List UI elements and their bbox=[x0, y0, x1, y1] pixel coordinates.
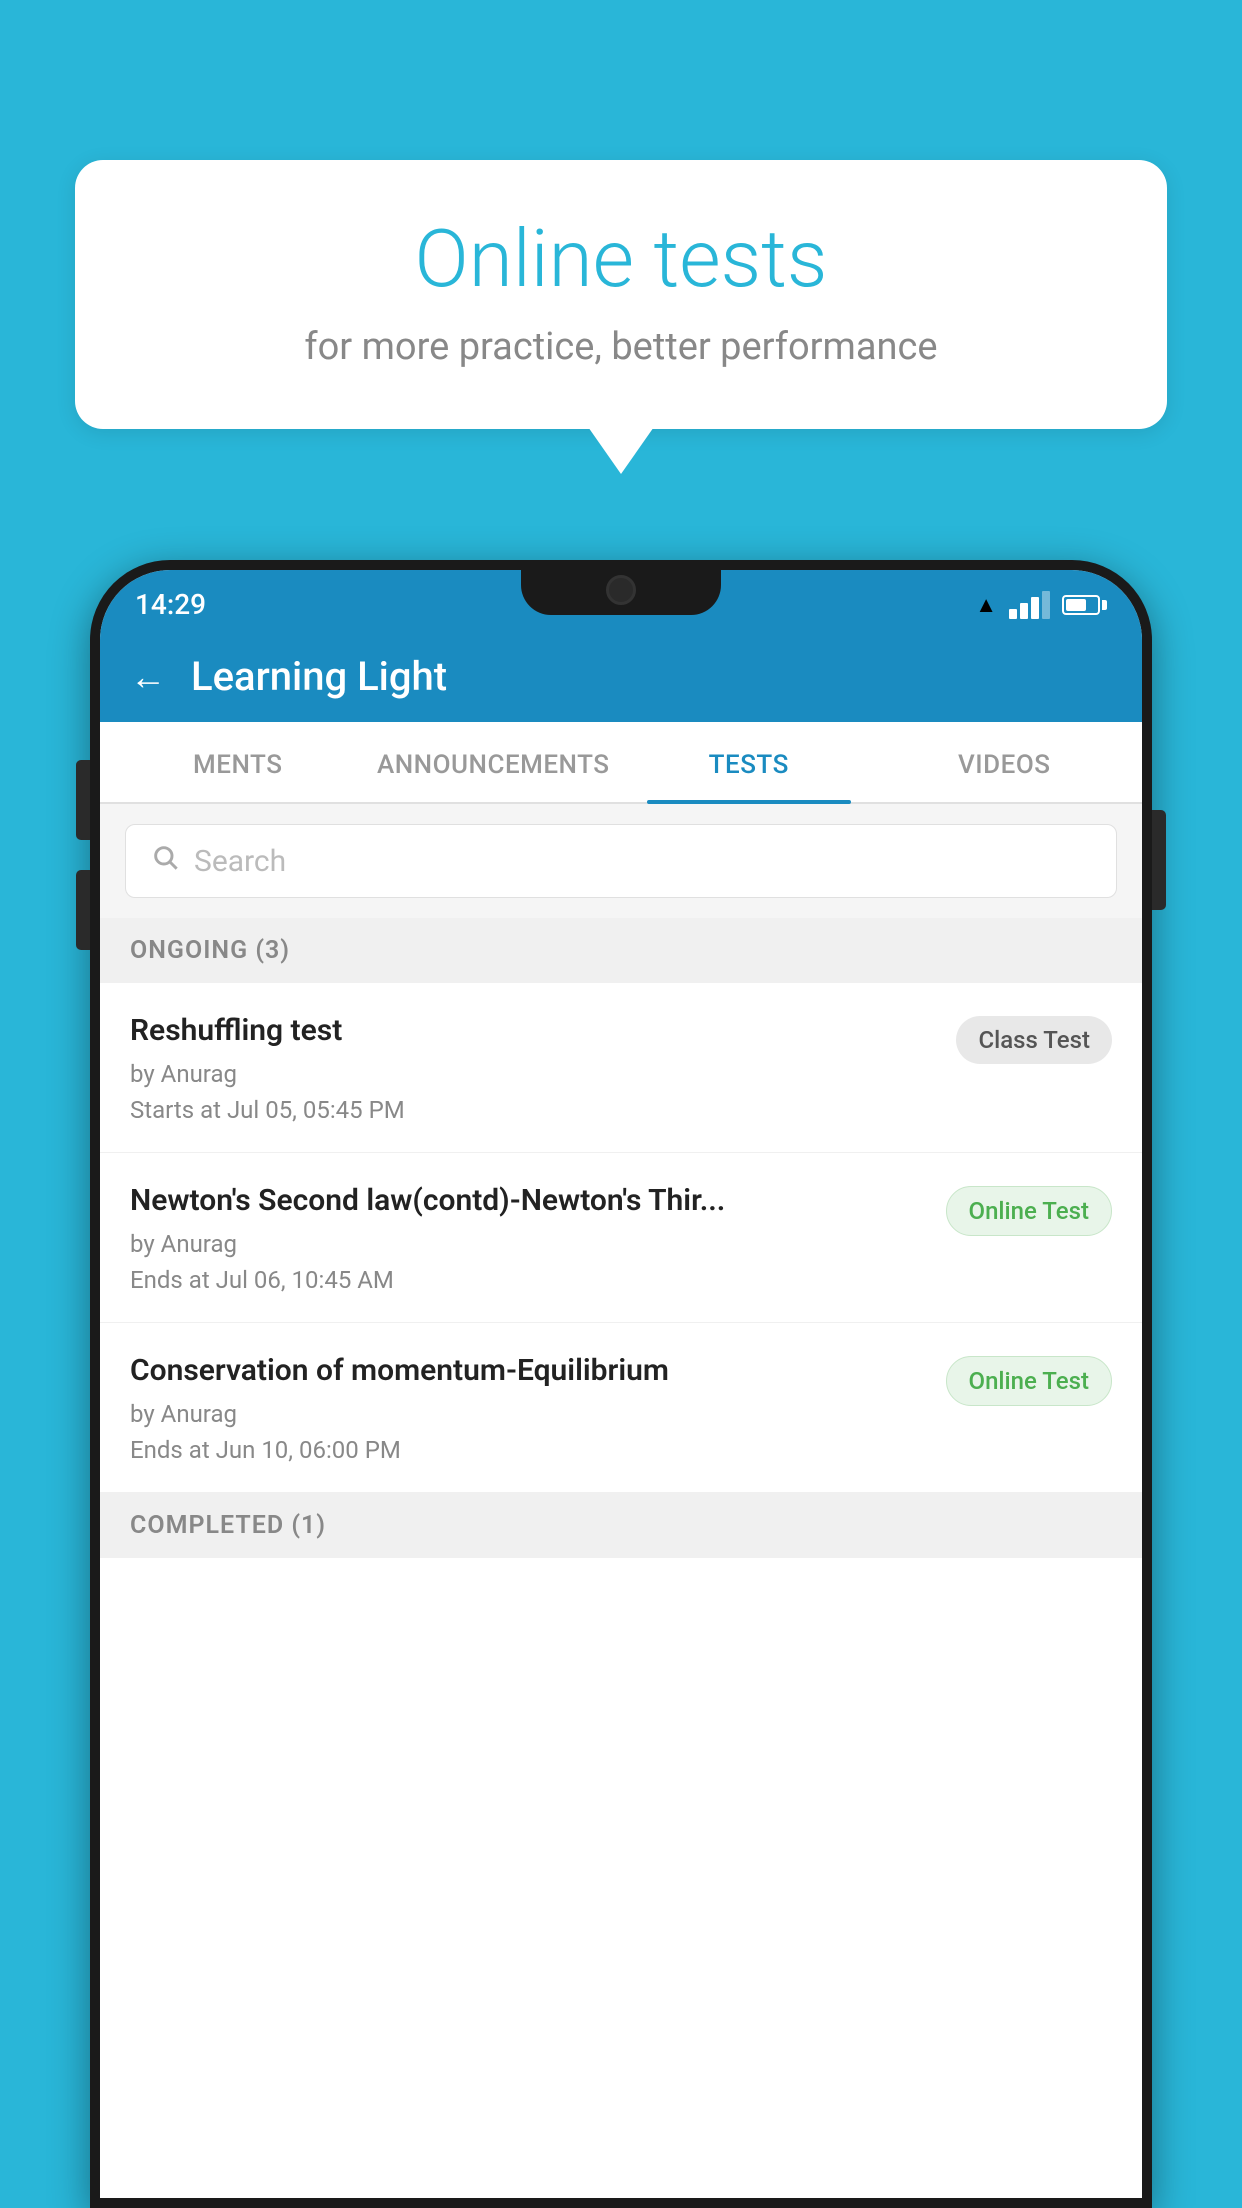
test-item[interactable]: Reshuffling test by Anurag Starts at Jul… bbox=[100, 983, 1142, 1153]
test-item-name: Reshuffling test bbox=[130, 1011, 936, 1050]
battery-icon bbox=[1062, 595, 1107, 615]
test-item-by: by Anurag bbox=[130, 1230, 926, 1258]
speech-bubble: Online tests for more practice, better p… bbox=[75, 160, 1167, 429]
tabs-bar: MENTS ANNOUNCEMENTS TESTS VIDEOS bbox=[100, 722, 1142, 804]
test-item[interactable]: Newton's Second law(contd)-Newton's Thir… bbox=[100, 1153, 1142, 1323]
bubble-subtitle: for more practice, better performance bbox=[135, 325, 1107, 369]
app-title: Learning Light bbox=[191, 653, 447, 700]
online-test-badge: Online Test bbox=[946, 1186, 1112, 1236]
app-header: ← Learning Light bbox=[100, 633, 1142, 722]
search-container: Search bbox=[100, 804, 1142, 918]
phone-notch bbox=[521, 560, 721, 615]
tab-ments[interactable]: MENTS bbox=[110, 722, 366, 802]
completed-section-header: COMPLETED (1) bbox=[100, 1493, 1142, 1558]
completed-section-title: COMPLETED (1) bbox=[130, 1511, 326, 1540]
ongoing-section-header: ONGOING (3) bbox=[100, 918, 1142, 983]
test-item-date: Starts at Jul 05, 05:45 PM bbox=[130, 1096, 936, 1124]
signal-icon bbox=[1009, 591, 1050, 619]
search-bar[interactable]: Search bbox=[125, 824, 1117, 898]
class-test-badge: Class Test bbox=[956, 1016, 1112, 1064]
tab-tests[interactable]: TESTS bbox=[621, 722, 877, 802]
test-item-content: Newton's Second law(contd)-Newton's Thir… bbox=[130, 1181, 946, 1294]
back-button[interactable]: ← bbox=[130, 656, 166, 698]
online-test-badge-2: Online Test bbox=[946, 1356, 1112, 1406]
test-item-name: Newton's Second law(contd)-Newton's Thir… bbox=[130, 1181, 926, 1220]
wifi-icon: ▲ bbox=[975, 592, 997, 618]
tab-videos[interactable]: VIDEOS bbox=[877, 722, 1133, 802]
status-time: 14:29 bbox=[135, 588, 206, 621]
test-item-date: Ends at Jul 06, 10:45 AM bbox=[130, 1266, 926, 1294]
search-placeholder: Search bbox=[194, 844, 286, 879]
volume-up-button[interactable] bbox=[76, 760, 90, 840]
test-item-content: Reshuffling test by Anurag Starts at Jul… bbox=[130, 1011, 956, 1124]
search-icon bbox=[151, 843, 179, 879]
power-button[interactable] bbox=[1152, 810, 1166, 910]
test-item-by: by Anurag bbox=[130, 1060, 936, 1088]
test-item-by: by Anurag bbox=[130, 1400, 926, 1428]
test-list: Reshuffling test by Anurag Starts at Jul… bbox=[100, 983, 1142, 2198]
test-item-content: Conservation of momentum-Equilibrium by … bbox=[130, 1351, 946, 1464]
status-icons: ▲ bbox=[975, 591, 1107, 619]
tab-announcements[interactable]: ANNOUNCEMENTS bbox=[366, 722, 622, 802]
test-item[interactable]: Conservation of momentum-Equilibrium by … bbox=[100, 1323, 1142, 1493]
phone-frame: 14:29 ▲ ← Learning Light MENTS bbox=[90, 560, 1152, 2208]
ongoing-section-title: ONGOING (3) bbox=[130, 936, 290, 965]
test-item-name: Conservation of momentum-Equilibrium bbox=[130, 1351, 926, 1390]
bubble-title: Online tests bbox=[135, 215, 1107, 303]
phone-screen: 14:29 ▲ ← Learning Light MENTS bbox=[100, 570, 1142, 2198]
phone-camera bbox=[606, 575, 636, 605]
volume-down-button[interactable] bbox=[76, 870, 90, 950]
test-item-date: Ends at Jun 10, 06:00 PM bbox=[130, 1436, 926, 1464]
